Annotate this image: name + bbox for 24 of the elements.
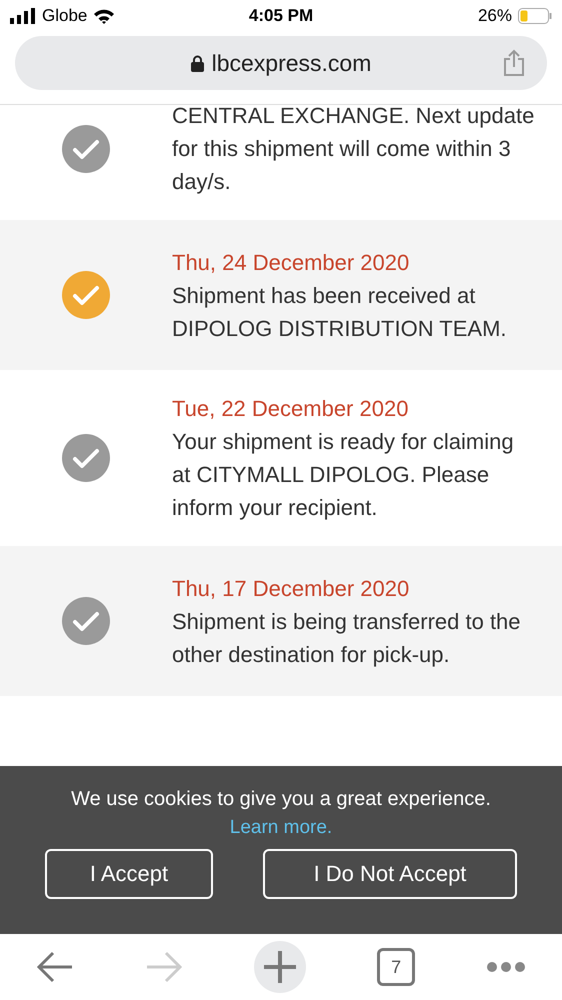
accept-button[interactable]: I Accept — [45, 849, 213, 899]
more-icon[interactable] — [486, 961, 526, 973]
event-date: Thu, 17 December 2020 — [172, 574, 410, 602]
battery-percentage: 26% — [478, 6, 512, 26]
battery-icon — [518, 8, 552, 24]
cookie-message: We use cookies to give you a great experience. — [71, 788, 491, 811]
event-message: Your shipment is ready for claiming at CITYMALL DIPOLOG. Please inform your recipient. — [172, 428, 515, 522]
event-date: Tue, 22 December 2020 — [172, 395, 410, 423]
back-arrow-icon[interactable] — [36, 951, 74, 983]
learn-more-link[interactable]: Learn more. — [230, 817, 332, 839]
signal-icon — [10, 8, 36, 24]
event-message: Shipment is being transferred to the other destination for pick-up. — [172, 608, 522, 669]
address-bar[interactable]: lbcexpress.com — [15, 36, 547, 90]
decline-button[interactable]: I Do Not Accept — [263, 849, 517, 899]
lock-icon — [190, 54, 204, 72]
carrier-name: Globe — [42, 6, 88, 26]
event-message: CENTRAL EXCHANGE. Next update for this shipment will come within 3 day/s. — [172, 105, 536, 196]
share-icon[interactable] — [503, 49, 525, 77]
event-date: Thu, 24 December 2020 — [172, 248, 410, 276]
clock-time: 4:05 PM — [248, 6, 314, 26]
event-message: Shipment has been received at DIPOLOG DISTRIBUTION TEAM. — [172, 282, 508, 342]
wifi-icon — [93, 8, 116, 24]
url-text: lbcexpress.com — [212, 50, 372, 76]
tab-count[interactable]: 7 — [377, 948, 416, 986]
